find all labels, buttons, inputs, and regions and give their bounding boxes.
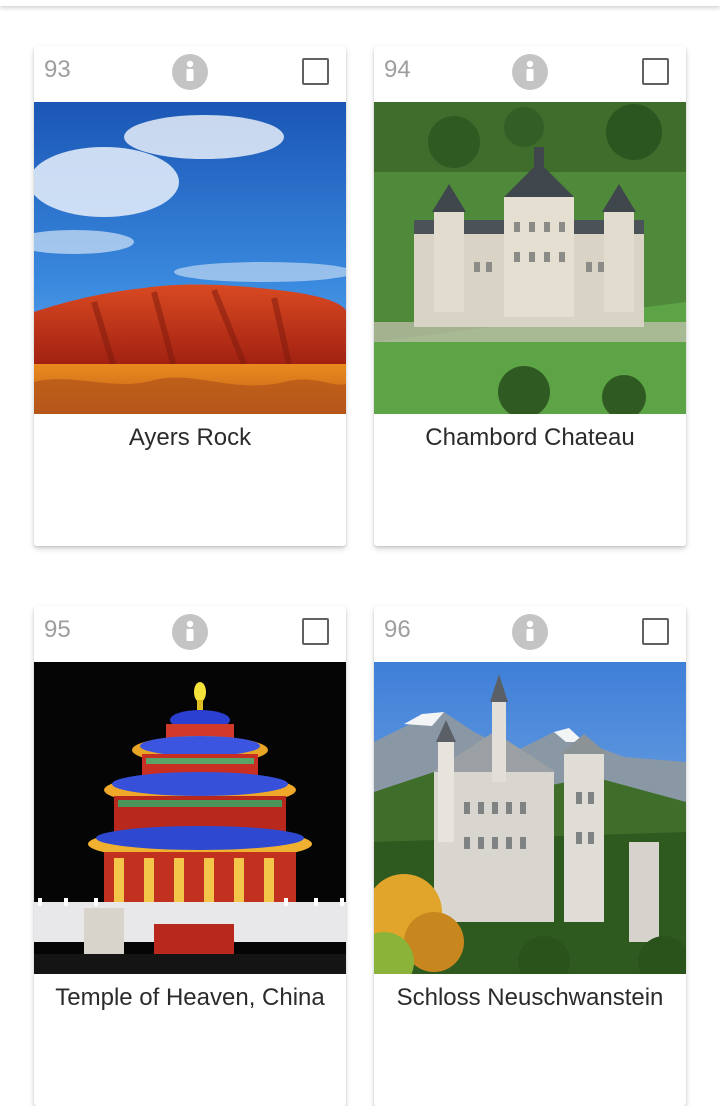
ayers-rock-photo[interactable] — [34, 102, 346, 414]
card-title: Chambord Chateau — [425, 424, 635, 451]
card-grid: 93 Ayers Rock 94 Chambord Chateau 95 Tem… — [0, 0, 720, 1106]
card-title: Schloss Neuschwanstein — [396, 984, 664, 1011]
card-number: 94 — [384, 56, 411, 83]
schloss-neuschwanstein-photo[interactable] — [374, 662, 686, 974]
select-checkbox[interactable] — [642, 618, 669, 645]
card-header: 93 — [34, 46, 346, 102]
card-number: 95 — [44, 616, 71, 643]
info-icon[interactable] — [172, 54, 208, 90]
card-temple-of-heaven[interactable]: 95 Temple of Heaven, China — [34, 606, 346, 1106]
select-checkbox[interactable] — [642, 58, 669, 85]
card-ayers-rock[interactable]: 93 Ayers Rock — [34, 46, 346, 546]
card-header: 94 — [374, 46, 686, 102]
info-icon[interactable] — [512, 54, 548, 90]
select-checkbox[interactable] — [302, 58, 329, 85]
card-number: 93 — [44, 56, 71, 83]
temple-of-heaven-photo[interactable] — [34, 662, 346, 974]
card-header: 95 — [34, 606, 346, 662]
chambord-chateau-photo[interactable] — [374, 102, 686, 414]
card-title: Ayers Rock — [128, 424, 252, 451]
card-schloss-neuschwanstein[interactable]: 96 Schloss Neuschwanstein — [374, 606, 686, 1106]
card-chambord-chateau[interactable]: 94 Chambord Chateau — [374, 46, 686, 546]
info-icon[interactable] — [512, 614, 548, 650]
card-number: 96 — [384, 616, 411, 643]
info-icon[interactable] — [172, 614, 208, 650]
card-header: 96 — [374, 606, 686, 662]
card-title: Temple of Heaven, China — [55, 984, 325, 1011]
select-checkbox[interactable] — [302, 618, 329, 645]
